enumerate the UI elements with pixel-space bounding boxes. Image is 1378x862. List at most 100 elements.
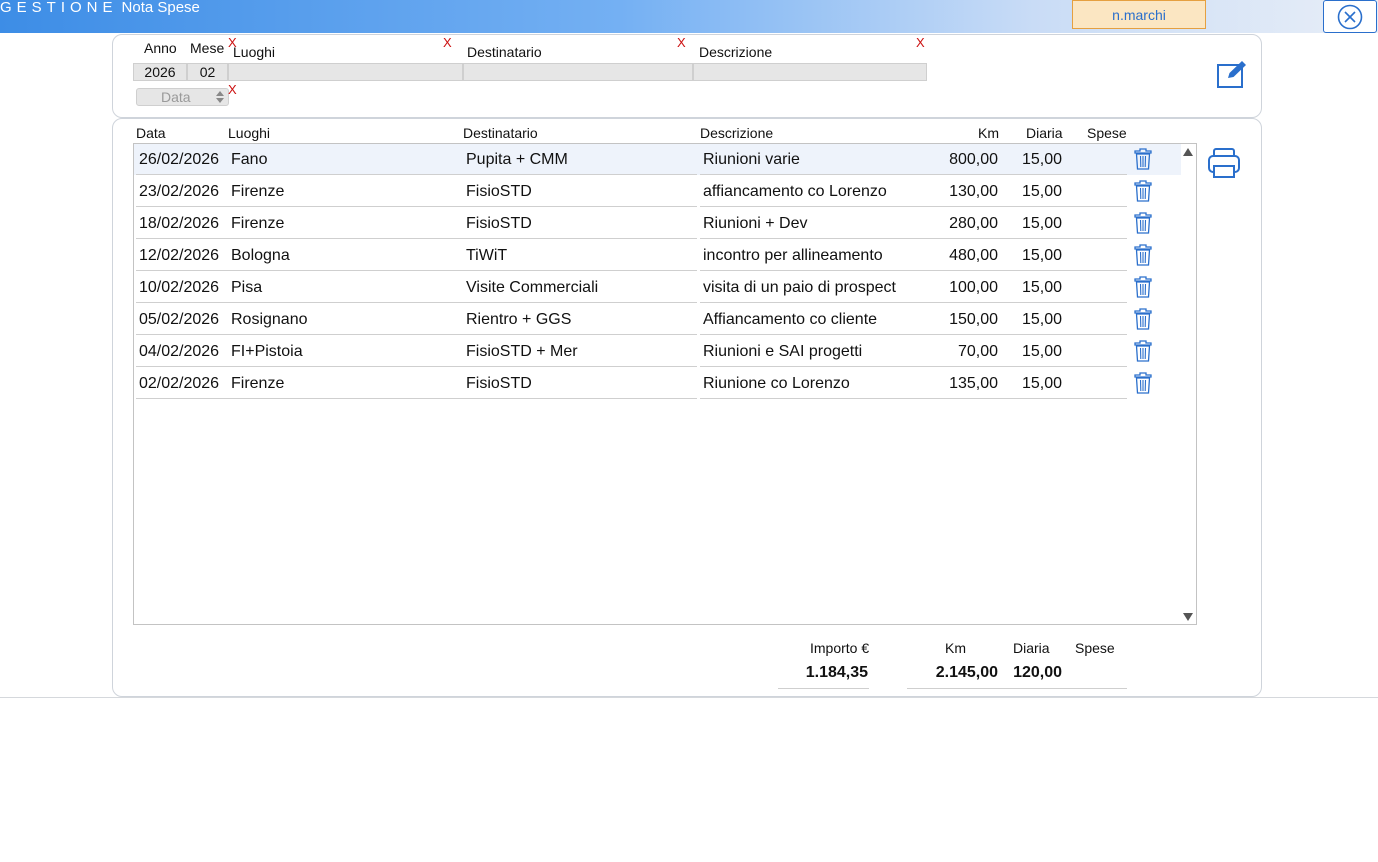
cell-descrizione: Riunione co Lorenzo [703,375,850,392]
table-row[interactable]: 12/02/2026 Bologna TiWiT incontro per allin… [134,240,1180,272]
totale-spese-label: Spese [1075,640,1115,656]
row-divider [136,270,697,271]
mese-field[interactable]: 02 [187,63,228,81]
cell-diaria: 15,00 [1021,215,1062,232]
row-divider [136,366,697,367]
cell-destinatario: TiWiT [466,247,508,264]
cell-luoghi: Fano [231,151,268,168]
row-divider [700,238,1127,239]
table-row[interactable]: 26/02/2026 Fano Pupita + CMM Riunioni varie… [134,144,1181,176]
delete-row-button[interactable] [1134,244,1152,266]
totale-importo-label: Importo € [810,640,870,656]
anno-field[interactable]: 2026 [133,63,187,81]
cell-luoghi: Bologna [231,247,290,264]
totale-diaria-label: Diaria [1013,640,1050,656]
cell-luoghi: Firenze [231,375,285,392]
cell-destinatario: Pupita + CMM [466,151,568,168]
cell-descrizione: incontro per allineamento [703,247,883,264]
col-header-spese[interactable]: Spese [1087,125,1127,141]
col-header-destinatario[interactable]: Destinatario [463,125,538,141]
edit-button[interactable] [1216,59,1249,89]
table-row[interactable]: 05/02/2026 Rosignano Rientro + GGS Affianca… [134,304,1180,336]
app-brand: GESTIONE [0,0,118,16]
destinatario-label: Destinatario [467,44,542,60]
delete-row-button[interactable] [1134,212,1152,234]
cell-luoghi: FI+Pistoia [231,343,303,360]
row-divider [700,270,1127,271]
expense-list[interactable]: 26/02/2026 Fano Pupita + CMM Riunioni varie… [133,143,1197,625]
totale-importo-underline [778,688,869,689]
trash-icon [1134,308,1152,334]
scroll-up-arrow-icon[interactable] [1183,148,1193,156]
row-divider [136,238,697,239]
delete-row-button[interactable] [1134,276,1152,298]
cell-data: 05/02/2026 [139,311,220,328]
table-row[interactable]: 04/02/2026 FI+Pistoia FisioSTD + Mer Riunio… [134,336,1180,368]
cell-luoghi: Firenze [231,183,285,200]
row-divider [700,206,1127,207]
cell-destinatario: Visite Commerciali [466,279,599,296]
totale-importo-value: 1.184,35 [805,664,868,681]
delete-row-button[interactable] [1134,340,1152,362]
cell-km: 135,00 [949,375,998,392]
descrizione-label: Descrizione [699,44,773,60]
cell-descrizione: affiancamento co Lorenzo [703,183,887,200]
cell-data: 18/02/2026 [139,215,220,232]
cell-luoghi: Firenze [231,215,285,232]
trash-icon [1134,148,1152,174]
clear-data-button[interactable]: X [228,83,237,96]
row-divider [700,334,1127,335]
cell-destinatario: FisioSTD [466,375,532,392]
table-row[interactable]: 02/02/2026 Firenze FisioSTD Riunione co Lor… [134,368,1180,400]
cell-luoghi: Rosignano [231,311,308,328]
cell-destinatario: FisioSTD [466,183,532,200]
delete-row-button[interactable] [1134,180,1152,202]
clear-descrizione-button[interactable]: X [916,36,925,49]
app-title: GESTIONE Nota Spese [0,0,200,19]
print-icon [1208,148,1240,178]
luoghi-field[interactable] [228,63,463,81]
cell-km: 480,00 [949,247,998,264]
scroll-down-arrow-icon[interactable] [1183,613,1193,621]
table-row[interactable]: 10/02/2026 Pisa Visite Commerciali visita d… [134,272,1180,304]
bottom-divider [0,697,1378,698]
cell-km: 70,00 [957,343,998,360]
cell-descrizione: Riunioni e SAI progetti [703,343,863,360]
user-badge[interactable]: n.marchi [1072,0,1206,29]
table-row[interactable]: 18/02/2026 Firenze FisioSTD Riunioni + Dev 2… [134,208,1180,240]
spinner-icon[interactable] [214,90,226,104]
col-header-data[interactable]: Data [136,125,166,141]
clear-luoghi-button[interactable]: X [443,36,452,49]
cell-destinatario: FisioSTD [466,215,532,232]
cell-diaria: 15,00 [1021,343,1062,360]
data-field[interactable]: Data [136,88,229,106]
delete-row-button[interactable] [1134,148,1152,170]
cell-diaria: 15,00 [1021,151,1062,168]
destinatario-field[interactable] [463,63,693,81]
col-header-diaria[interactable]: Diaria [1026,125,1063,141]
cell-data: 10/02/2026 [139,279,220,296]
row-divider [136,334,697,335]
delete-row-button[interactable] [1134,372,1152,394]
cell-km: 150,00 [949,311,998,328]
row-divider [136,174,697,175]
table-row[interactable]: 23/02/2026 Firenze FisioSTD affiancamento c… [134,176,1180,208]
anno-label: Anno [144,40,177,56]
luoghi-label: Luoghi [233,44,276,60]
totale-diaria-value: 120,00 [1013,664,1062,681]
col-header-km[interactable]: Km [978,125,999,141]
app-section-title: Nota Spese [121,0,200,16]
totale-km-value: 2.145,00 [935,664,998,681]
descrizione-field[interactable] [693,63,927,81]
cell-km: 800,00 [949,151,998,168]
clear-destinatario-button[interactable]: X [677,36,686,49]
cell-diaria: 15,00 [1021,375,1062,392]
delete-row-button[interactable] [1134,308,1152,330]
col-header-luoghi[interactable]: Luoghi [228,125,270,141]
edit-icon [1217,61,1246,88]
print-button[interactable] [1207,147,1241,180]
trash-icon [1134,212,1152,238]
col-header-descrizione[interactable]: Descrizione [700,125,773,141]
close-button[interactable] [1323,0,1377,33]
row-divider [700,302,1127,303]
